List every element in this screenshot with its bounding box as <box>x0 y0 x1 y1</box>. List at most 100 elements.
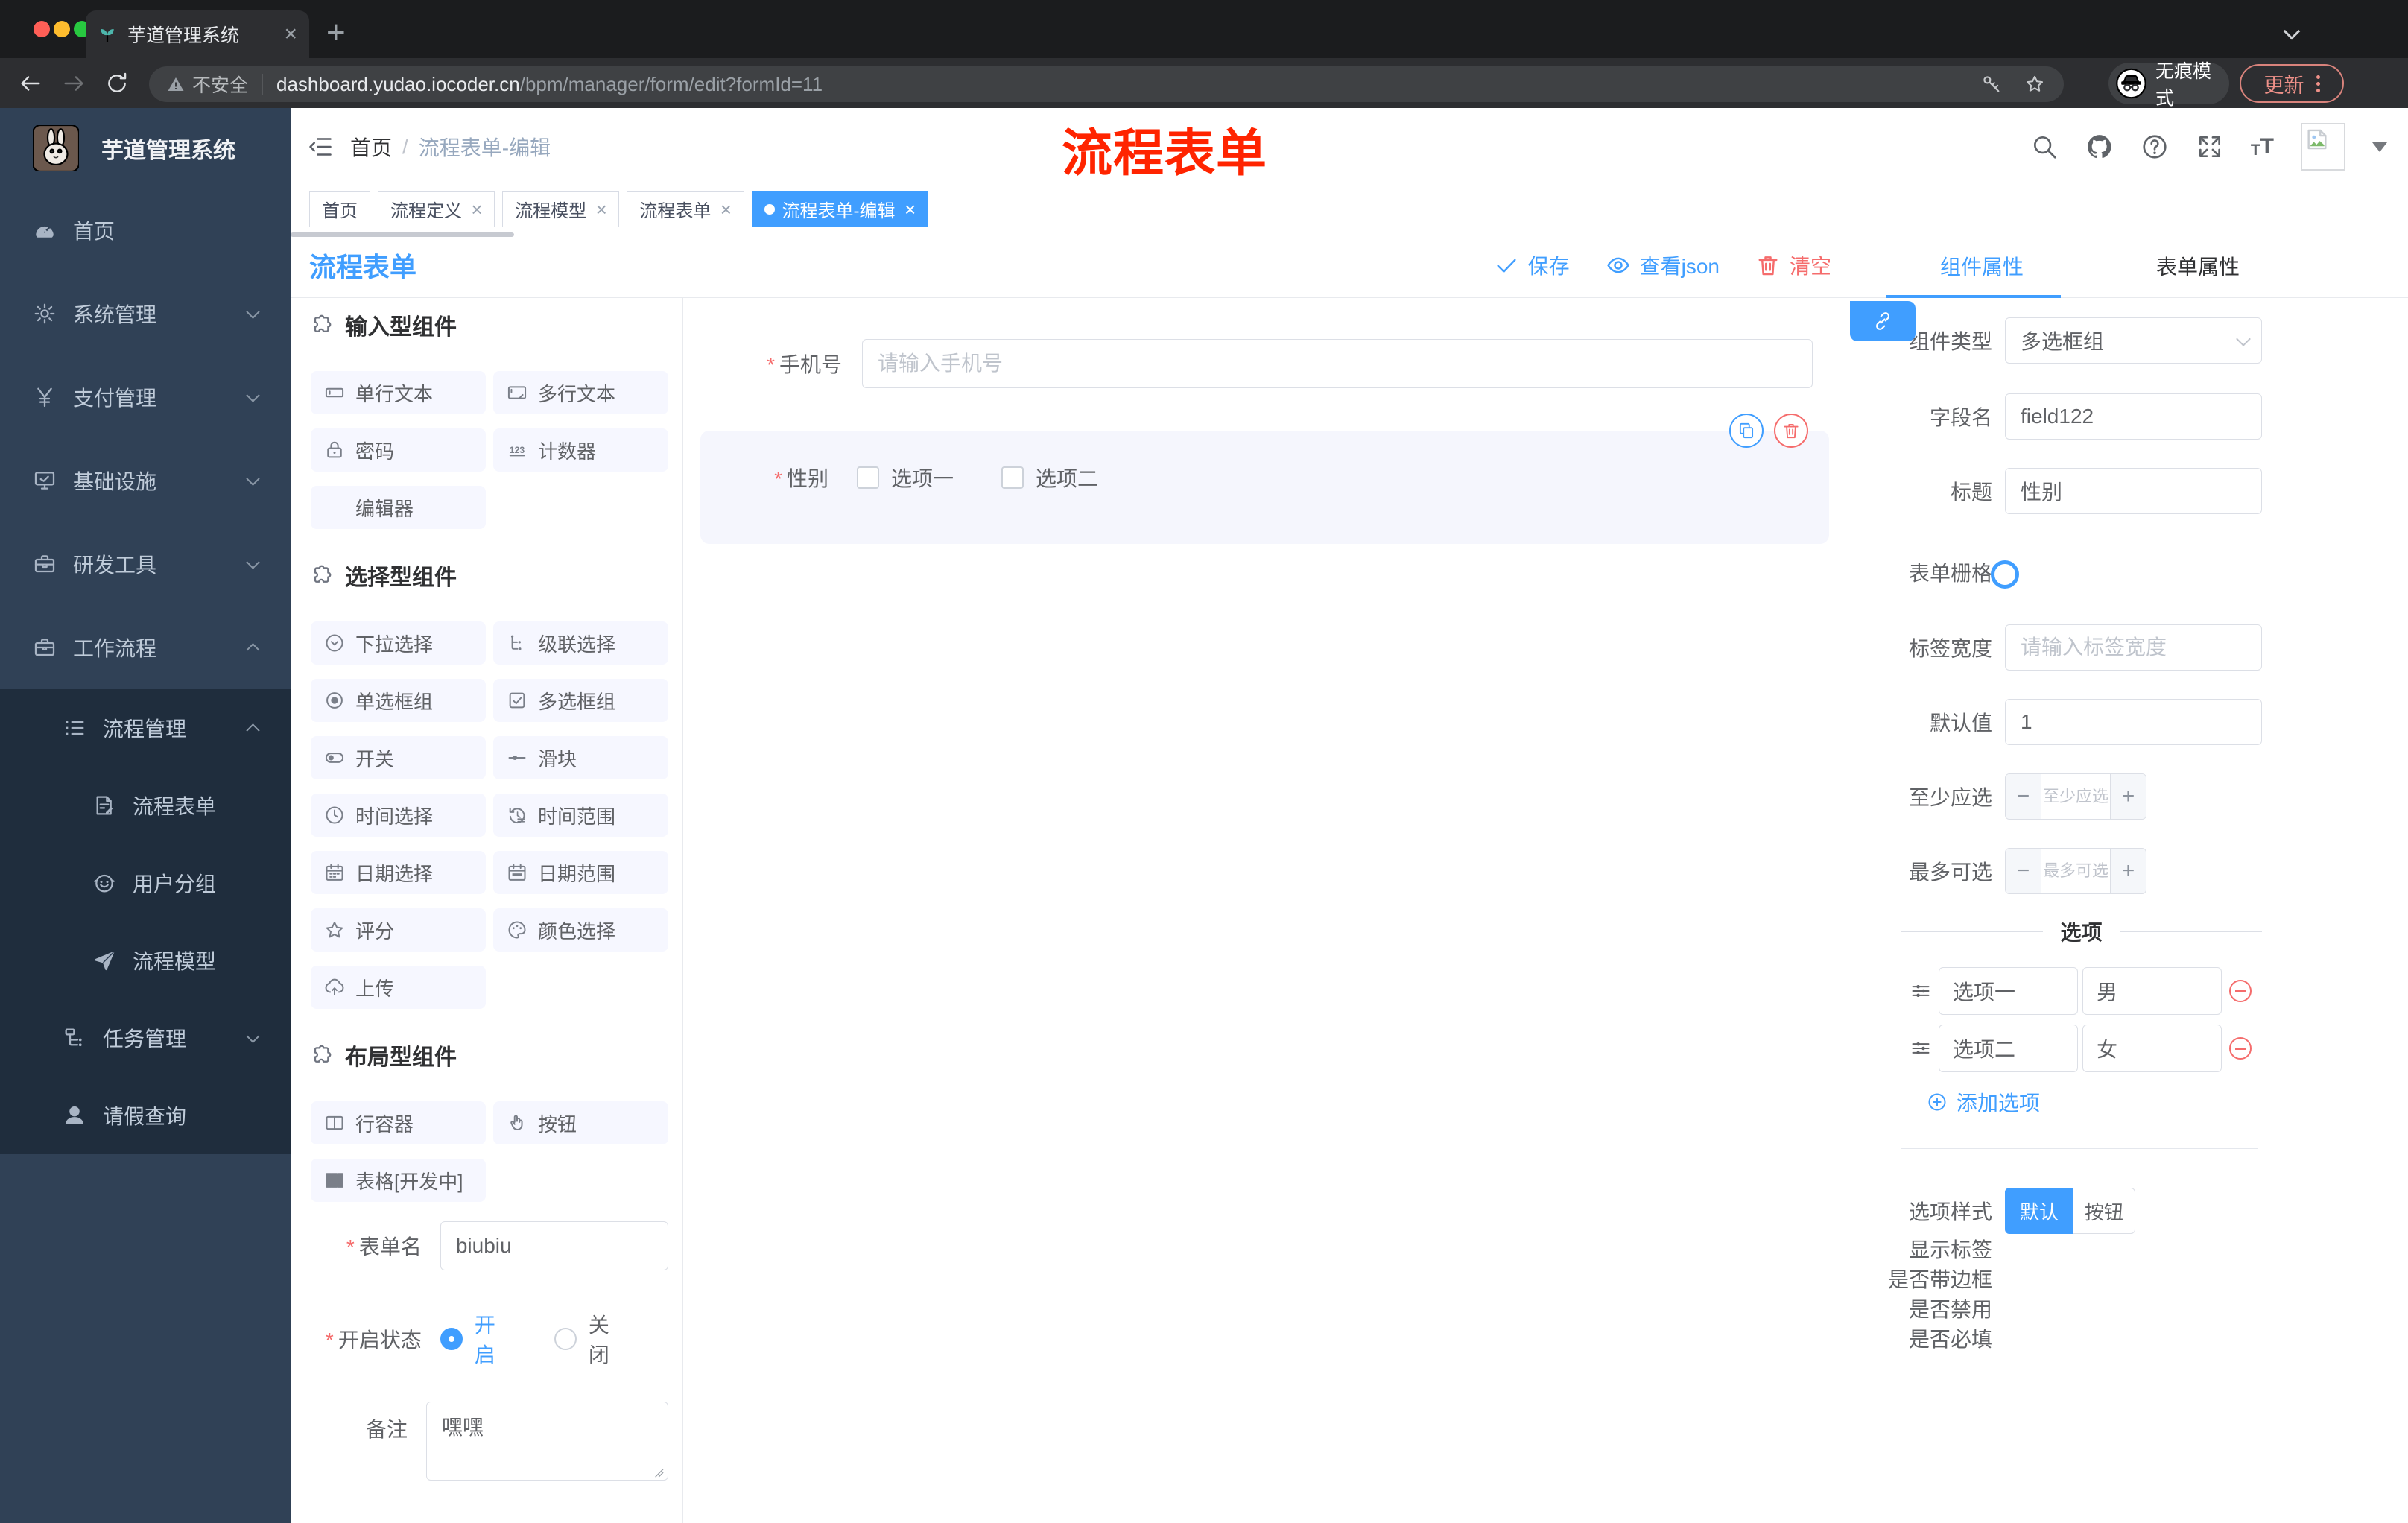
tag[interactable]: 流程定义 × <box>378 191 495 227</box>
save-button[interactable]: 保存 <box>1494 250 1570 280</box>
drag-handle-icon[interactable] <box>1910 1038 1931 1059</box>
component-type-select[interactable]: 多选框组 <box>2005 317 2262 364</box>
tagbar-scrollbar[interactable] <box>291 232 514 237</box>
palette-item[interactable]: 时间选择 <box>311 794 486 837</box>
palette-item[interactable]: 按钮 <box>493 1101 668 1144</box>
tag-close-icon[interactable]: × <box>720 200 731 219</box>
sidebar-menu-item[interactable]: 流程管理 <box>0 689 291 767</box>
palette-item[interactable]: 多选框组 <box>493 679 668 722</box>
sidebar-menu-item[interactable]: 任务管理 <box>0 999 291 1077</box>
sidebar-menu-item[interactable]: 用户分组 <box>0 844 291 922</box>
remove-option-icon[interactable] <box>2229 1037 2252 1060</box>
phone-input[interactable] <box>862 339 1813 388</box>
tab-component-props[interactable]: 组件属性 <box>1940 233 2024 298</box>
palette-item[interactable]: 上传 <box>311 966 486 1009</box>
clear-button[interactable]: 清空 <box>1755 250 1831 280</box>
github-icon[interactable] <box>2085 133 2114 161</box>
increment-button[interactable]: + <box>2110 774 2146 819</box>
form-name-input[interactable] <box>440 1221 668 1270</box>
key-icon[interactable] <box>1980 73 2003 95</box>
remove-option-icon[interactable] <box>2229 980 2252 1002</box>
decrement-button[interactable]: − <box>2006 849 2041 893</box>
tag-close-icon[interactable]: × <box>904 200 916 219</box>
tag[interactable]: 流程表单-编辑 × <box>751 191 928 227</box>
decrement-button[interactable]: − <box>2006 774 2041 819</box>
palette-item[interactable]: 单选框组 <box>311 679 486 722</box>
palette-item[interactable]: 开关 <box>311 736 486 779</box>
min-input[interactable] <box>2041 774 2110 819</box>
link-drawer-button[interactable] <box>1850 301 1916 341</box>
forward-icon[interactable] <box>61 71 86 96</box>
palette-item[interactable]: 评分 <box>311 908 486 952</box>
palette-item[interactable]: 级联选择 <box>493 621 668 665</box>
option-value-input[interactable] <box>2082 967 2222 1015</box>
palette-item[interactable]: 日期选择 <box>311 851 486 894</box>
palette-item[interactable]: 密码 <box>311 428 486 472</box>
help-icon[interactable] <box>2141 133 2169 161</box>
font-size-icon[interactable]: TT <box>2251 134 2274 159</box>
new-tab-button[interactable]: + <box>326 16 346 49</box>
add-option-button[interactable]: 添加选项 <box>1927 1089 2408 1115</box>
back-icon[interactable] <box>18 71 43 96</box>
sidebar-logo[interactable]: 芋道管理系统 <box>0 108 291 189</box>
gender-checkbox[interactable]: 选项二 <box>1001 463 1098 493</box>
reload-icon[interactable] <box>104 71 130 96</box>
search-icon[interactable] <box>2030 133 2059 161</box>
palette-item[interactable]: 多行文本 <box>493 371 668 414</box>
tag-close-icon[interactable]: × <box>471 200 482 219</box>
browser-menu-icon[interactable] <box>2316 75 2320 92</box>
browser-tab[interactable]: 芋道管理系统 × <box>86 10 309 58</box>
tag[interactable]: 流程模型 × <box>502 191 620 227</box>
tag[interactable]: 流程表单 × <box>627 191 744 227</box>
tab-close-icon[interactable]: × <box>284 23 297 45</box>
sidebar-menu-item[interactable]: 系统管理 <box>0 272 291 355</box>
sidebar-menu-item[interactable]: 研发工具 <box>0 522 291 606</box>
remark-textarea[interactable]: 嘿嘿 <box>426 1402 668 1481</box>
minimize-window-button[interactable] <box>54 21 70 37</box>
palette-item[interactable]: 下拉选择 <box>311 621 486 665</box>
palette-item[interactable]: 表格[开发中] <box>311 1159 486 1202</box>
increment-button[interactable]: + <box>2110 849 2146 893</box>
palette-item[interactable]: 日期范围 <box>493 851 668 894</box>
delete-component-button[interactable] <box>1774 414 1808 448</box>
palette-item[interactable]: 滑块 <box>493 736 668 779</box>
tag[interactable]: 首页 × <box>309 191 370 227</box>
close-window-button[interactable] <box>34 21 50 37</box>
fullscreen-icon[interactable] <box>2196 133 2224 161</box>
field-name-input[interactable] <box>2005 393 2262 440</box>
sidebar-menu-item[interactable]: 支付管理 <box>0 355 291 439</box>
palette-item[interactable]: 行容器 <box>311 1101 486 1144</box>
tab-form-props[interactable]: 表单属性 <box>2156 233 2240 298</box>
resize-grip-icon[interactable] <box>651 1465 665 1478</box>
style-default-button[interactable]: 默认 <box>2005 1188 2073 1234</box>
option-value-input[interactable] <box>2082 1025 2222 1072</box>
user-menu-caret-icon[interactable] <box>2372 142 2387 152</box>
bookmark-star-icon[interactable] <box>2024 73 2046 95</box>
chrome-update-button[interactable]: 更新 <box>2240 64 2344 103</box>
label-width-input[interactable] <box>2005 624 2262 671</box>
gender-checkbox[interactable]: 选项一 <box>857 463 954 493</box>
status-radio[interactable]: 开启 <box>440 1309 513 1369</box>
tag-close-icon[interactable]: × <box>595 200 606 219</box>
user-avatar[interactable] <box>2301 123 2345 171</box>
slider-handle[interactable] <box>1991 560 2019 589</box>
selected-component[interactable]: * 性别 选项一 选项二 <box>700 414 1829 544</box>
palette-item[interactable]: 123 计数器 <box>493 428 668 472</box>
collapse-sidebar-icon[interactable] <box>307 133 334 160</box>
sidebar-menu-item[interactable]: 首页 <box>0 189 291 272</box>
view-json-button[interactable]: 查看json <box>1606 250 1720 280</box>
drag-handle-icon[interactable] <box>1910 981 1931 1001</box>
palette-item[interactable]: 编辑器 <box>311 486 486 529</box>
option-label-input[interactable] <box>1939 1025 2078 1072</box>
palette-item[interactable]: 单行文本 <box>311 371 486 414</box>
status-radio[interactable]: 关闭 <box>554 1309 627 1369</box>
tab-search-chevron-icon[interactable] <box>2283 22 2301 40</box>
default-value-input[interactable] <box>2005 699 2262 745</box>
breadcrumb-home[interactable]: 首页 <box>350 132 392 162</box>
sidebar-menu-item[interactable]: 请假查询 <box>0 1077 291 1154</box>
sidebar-menu-item[interactable]: 工作流程 <box>0 606 291 689</box>
style-button-button[interactable]: 按钮 <box>2073 1188 2135 1234</box>
palette-item[interactable]: 颜色选择 <box>493 908 668 952</box>
sidebar-menu-item[interactable]: 基础设施 <box>0 439 291 522</box>
sidebar-menu-item[interactable]: 流程表单 <box>0 767 291 844</box>
